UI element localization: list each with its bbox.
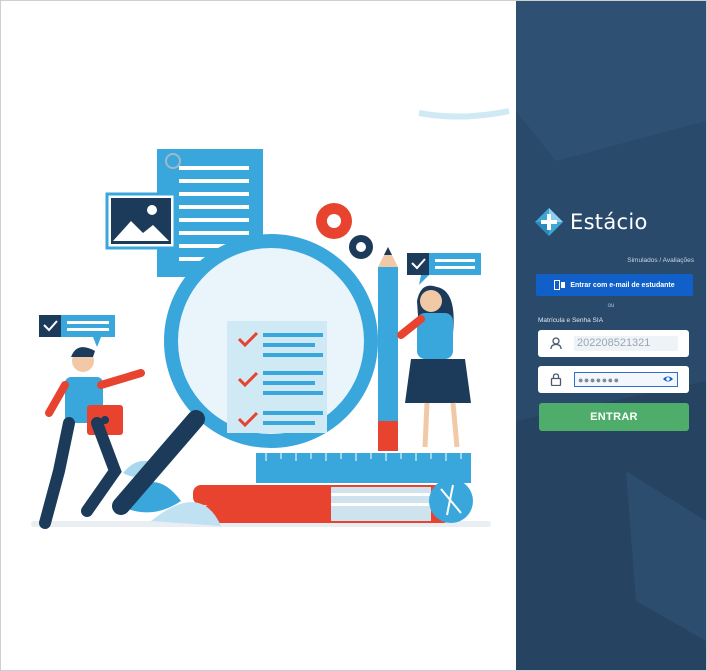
estacio-logo: Estácio [534,207,648,237]
user-icon [550,337,562,350]
login-page: Estácio Simulados / Avaliações Entrar co… [0,0,707,671]
microsoft-badge-icon [554,280,566,290]
simulados-avaliacoes-link[interactable]: Simulados / Avaliações [627,257,694,264]
illustration-area [1,1,516,670]
password-field[interactable]: ●●●●●●● [538,366,689,393]
student-email-login-label: Entrar com e-mail de estudante [570,281,675,289]
brand-name: Estácio [570,210,648,234]
username-field[interactable]: 202208521321 [538,330,689,357]
research-illustration [31,108,510,529]
login-panel: Estácio Simulados / Avaliações Entrar co… [516,1,706,670]
or-divider: ou [607,303,615,309]
student-email-login-button[interactable]: Entrar com e-mail de estudante [536,274,693,296]
estacio-diamond-logo-icon [535,208,563,236]
password-input[interactable]: ●●●●●●● [574,372,678,387]
matricula-senha-label: Matrícula e Senha SIA [538,317,604,324]
submit-login-button[interactable]: ENTRAR [539,403,689,431]
password-mask: ●●●●●●● [578,375,620,385]
lock-icon [550,373,562,386]
username-input[interactable]: 202208521321 [574,336,678,351]
eye-icon[interactable] [662,373,674,385]
